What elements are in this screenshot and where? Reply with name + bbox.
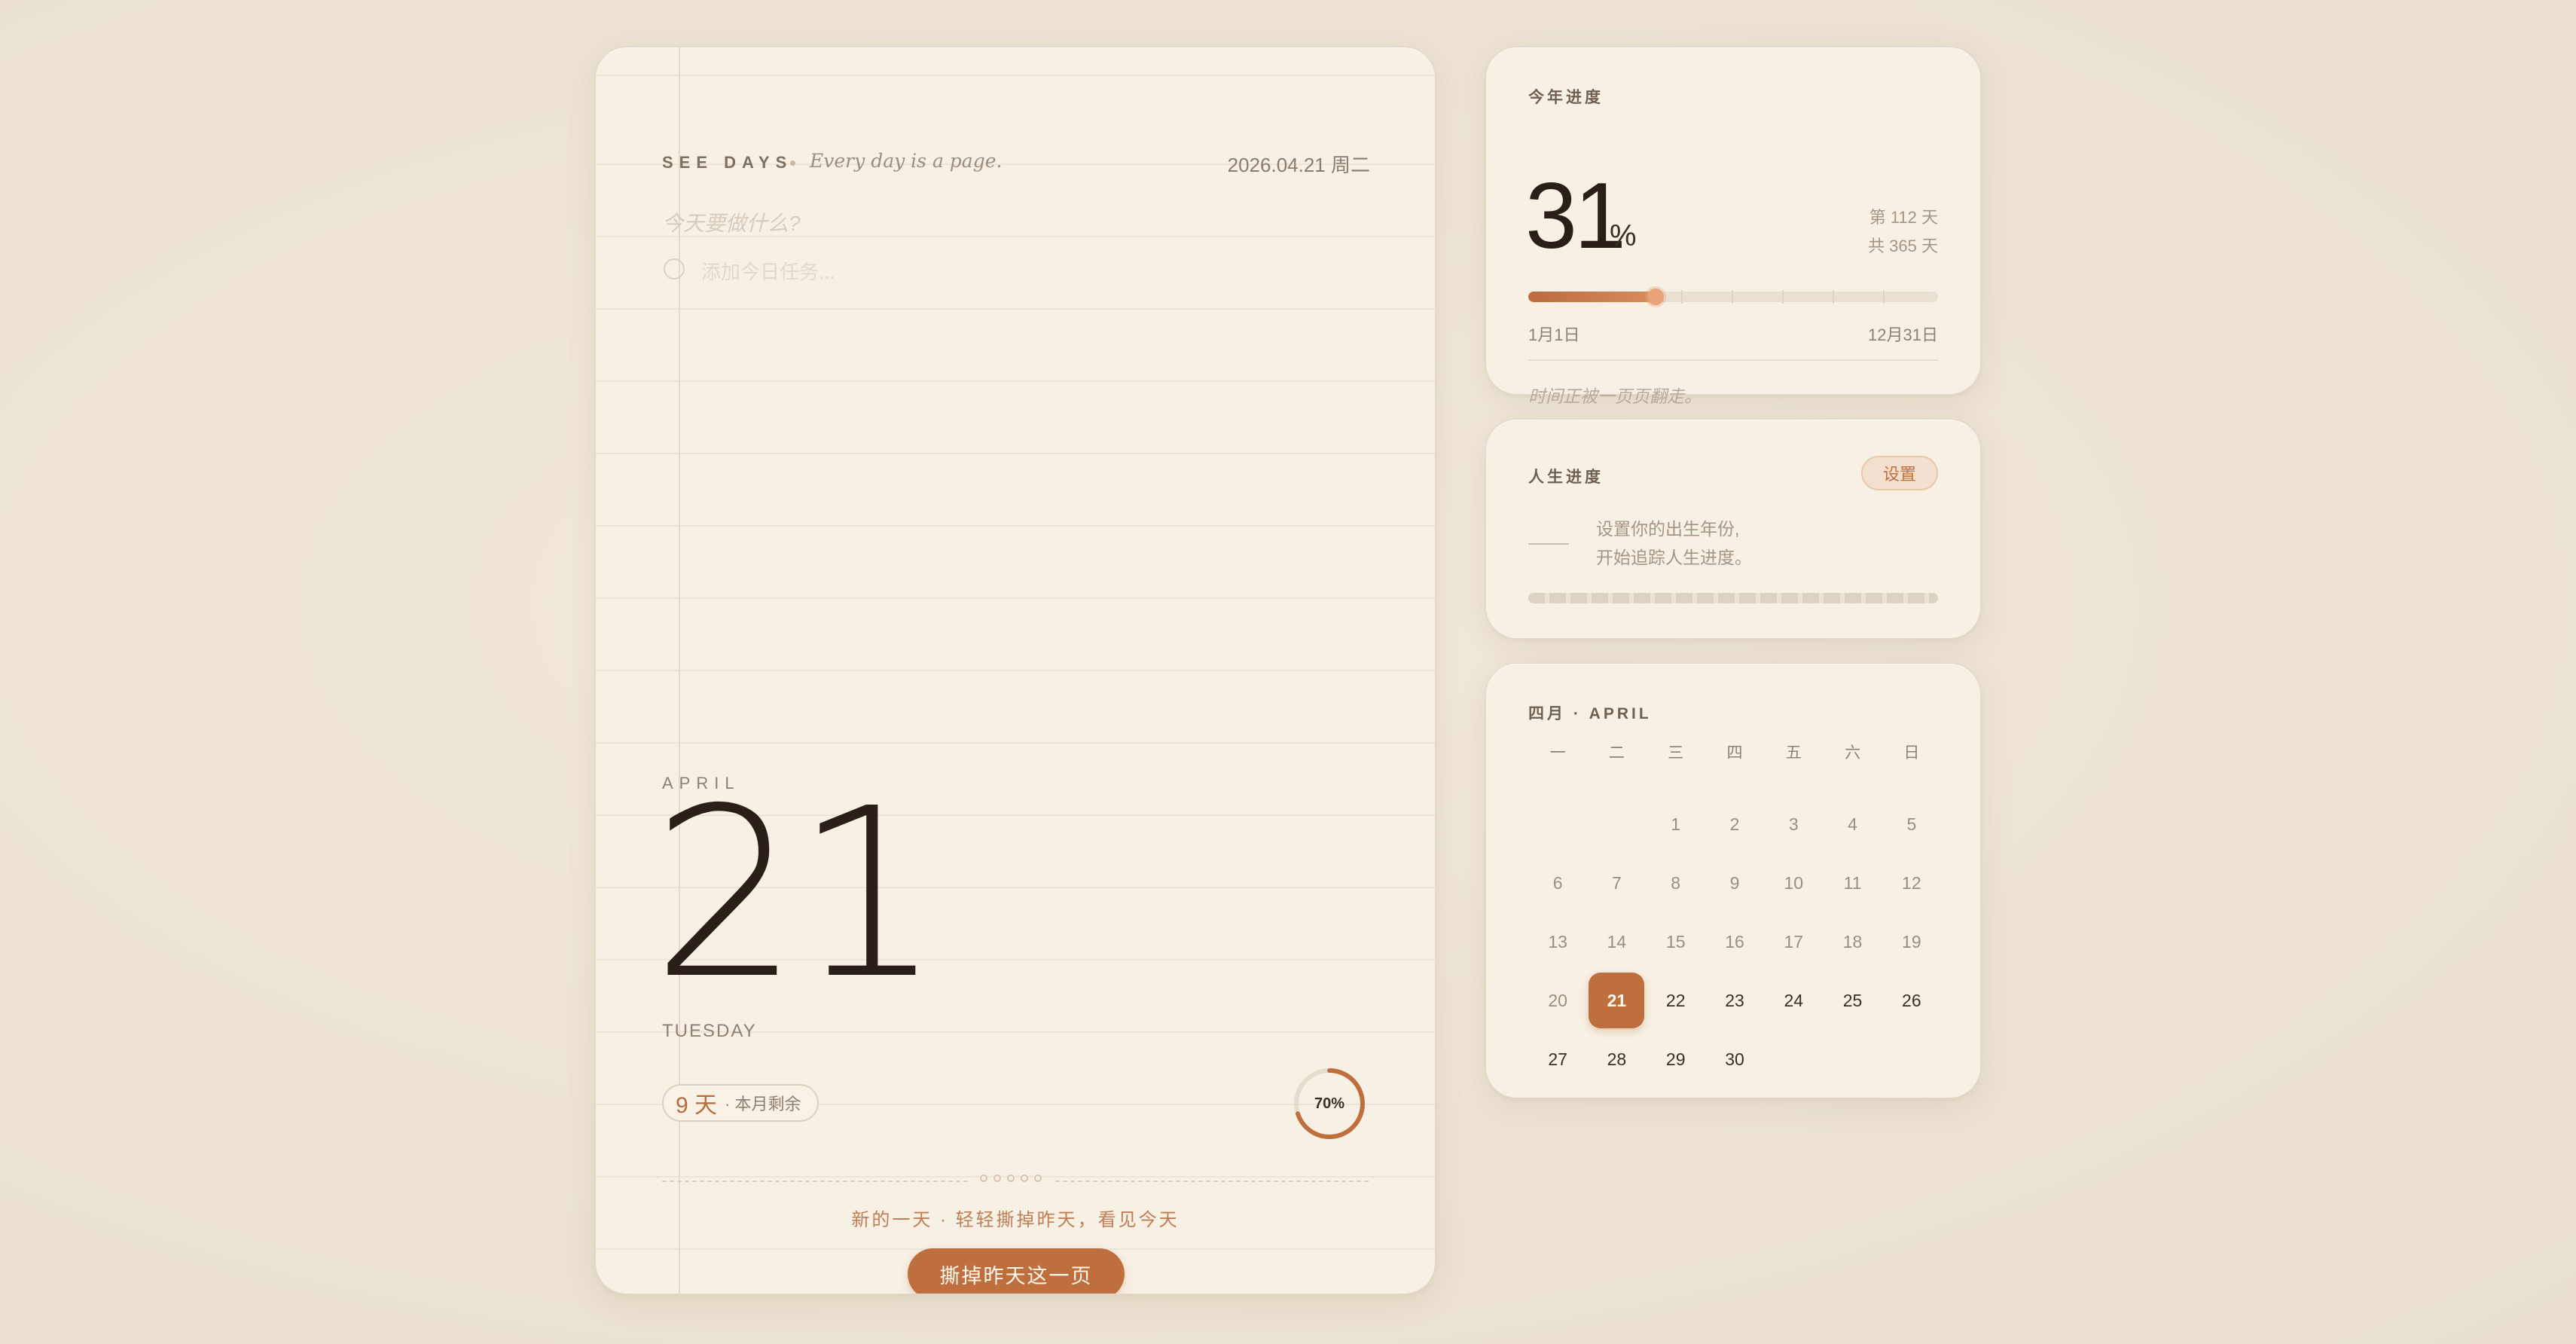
calendar-day-today[interactable]: 21: [1587, 971, 1646, 1030]
bar-tick: [1883, 290, 1885, 304]
calendar-day[interactable]: 2: [1705, 795, 1764, 854]
remaining-label: · 本月剩余: [725, 1095, 801, 1113]
calendar-day[interactable]: 10: [1764, 854, 1823, 912]
month-remaining-badge: 9 天 · 本月剩余: [662, 1084, 819, 1122]
year-start-label: 1月1日: [1528, 325, 1580, 344]
year-divider: [1528, 359, 1938, 361]
weekday-label: TUESDAY: [662, 1021, 757, 1041]
calendar-day[interactable]: 28: [1587, 1030, 1646, 1089]
calendar-day[interactable]: 24: [1764, 971, 1823, 1030]
year-end-label: 12月31日: [1868, 325, 1938, 344]
day-number: 21: [652, 759, 942, 1031]
page-dot: [1007, 1174, 1015, 1182]
calendar-day[interactable]: 20: [1528, 971, 1587, 1030]
page-dot: [993, 1174, 1001, 1182]
life-settings-button[interactable]: 设置: [1861, 456, 1938, 490]
month-progress-label: 70%: [1314, 1095, 1345, 1112]
page-dot: [1021, 1174, 1028, 1182]
calendar-weekday-header: 日: [1903, 744, 1920, 762]
calendar-day[interactable]: 19: [1882, 912, 1941, 971]
year-progress-card: 今年进度 31 % 第 112 天 共 365 天 1月1日 12月31日 时间…: [1485, 47, 1981, 406]
life-value-placeholder: [1528, 543, 1569, 545]
calendar-weekday-header: 五: [1785, 744, 1802, 762]
bar-tick: [1833, 290, 1834, 304]
life-progress-bar: [1528, 593, 1938, 603]
life-progress-card: 人生进度 设置 设置你的出生年份, 开始追踪人生进度。: [1485, 419, 1981, 639]
year-progress-bar: [1528, 292, 1938, 302]
life-hint-line1: 设置你的出生年份,: [1596, 519, 1740, 539]
bar-tick: [1782, 290, 1784, 304]
motto-text: 新的一天 · 轻轻撕掉昨天，看见今天: [851, 1210, 1180, 1230]
calendar-day[interactable]: 30: [1705, 1030, 1764, 1089]
year-progress-fill: [1528, 292, 1656, 302]
bar-tick: [1732, 290, 1733, 304]
calendar-day[interactable]: 4: [1823, 795, 1882, 854]
year-percent: 31: [1525, 164, 1626, 268]
calendar-day[interactable]: 22: [1647, 971, 1705, 1030]
page-dot: [980, 1174, 987, 1182]
todo-question: 今天要做什么?: [662, 212, 801, 235]
calendar-grid: 一二三四五六日 1 2 3 4 5 6 7 8 9 10 11 12 13 14 15 16 17 18 19 20 21…: [1528, 736, 1941, 1089]
todo-checkbox[interactable]: [664, 258, 685, 279]
brand-separator-dot: [790, 160, 795, 166]
calendar-day[interactable]: 25: [1823, 971, 1882, 1030]
calendar-day[interactable]: 7: [1587, 854, 1646, 912]
calendar-empty-cell: [1528, 795, 1587, 854]
calendar-day[interactable]: 17: [1764, 912, 1823, 971]
life-hint-line2: 开始追踪人生进度。: [1596, 548, 1752, 567]
calendar-title: 四月 · APRIL: [1528, 705, 1652, 722]
calendar-day[interactable]: 16: [1705, 912, 1764, 971]
divider-right: [1055, 1181, 1369, 1182]
bar-tick: [1681, 290, 1683, 304]
total-days: 共 365 天: [1868, 237, 1938, 255]
calendar-day[interactable]: 23: [1705, 971, 1764, 1030]
calendar-day[interactable]: 18: [1823, 912, 1882, 971]
life-progress-title: 人生进度: [1528, 469, 1604, 486]
month-calendar-card: 四月 · APRIL 一二三四五六日 1 2 3 4 5 6 7 8 9 10 11 12 13 14 15 1…: [1485, 663, 1981, 1098]
calendar-day[interactable]: 14: [1587, 912, 1646, 971]
calendar-day[interactable]: 12: [1882, 854, 1941, 912]
year-progress-title: 今年进度: [1528, 89, 1604, 106]
page-dot: [1034, 1174, 1042, 1182]
current-date: 2026.04.21 周二: [1227, 154, 1370, 176]
calendar-empty-cell: [1587, 795, 1646, 854]
calendar-weekday-header: 四: [1726, 744, 1743, 762]
brand-tagline: Every day is a page.: [810, 150, 1003, 172]
calendar-day[interactable]: 6: [1528, 854, 1587, 912]
daily-page-card: SEE DAYS Every day is a page. 2026.04.21…: [595, 47, 1436, 1294]
calendar-weekday-header: 一: [1549, 744, 1566, 762]
page-dots: [980, 1174, 1042, 1182]
calendar-weekday-header: 二: [1608, 744, 1625, 762]
tear-page-button[interactable]: 撕掉昨天这一页: [908, 1248, 1125, 1294]
calendar-day[interactable]: 9: [1705, 854, 1764, 912]
calendar-day[interactable]: 5: [1882, 795, 1941, 854]
calendar-day[interactable]: 26: [1882, 971, 1941, 1030]
calendar-day[interactable]: 27: [1528, 1030, 1587, 1089]
calendar-day[interactable]: 8: [1647, 854, 1705, 912]
divider-left: [662, 1181, 968, 1182]
calendar-weekday-header: 六: [1845, 744, 1861, 762]
day-of-year: 第 112 天: [1869, 208, 1938, 227]
calendar-day[interactable]: 1: [1647, 795, 1705, 854]
calendar-day[interactable]: 29: [1647, 1030, 1705, 1089]
year-progress-knob: [1647, 289, 1665, 305]
calendar-day[interactable]: 3: [1764, 795, 1823, 854]
brand-name: SEE DAYS: [662, 153, 793, 172]
year-percent-sign: %: [1610, 219, 1637, 252]
calendar-day[interactable]: 13: [1528, 912, 1587, 971]
remaining-days: 9 天: [676, 1093, 718, 1118]
todo-input[interactable]: 添加今日任务...: [701, 257, 835, 285]
year-quote: 时间正被一页页翻走。: [1528, 386, 1702, 406]
calendar-weekday-header: 三: [1668, 744, 1684, 762]
calendar-day[interactable]: 15: [1647, 912, 1705, 971]
calendar-day[interactable]: 11: [1823, 854, 1882, 912]
